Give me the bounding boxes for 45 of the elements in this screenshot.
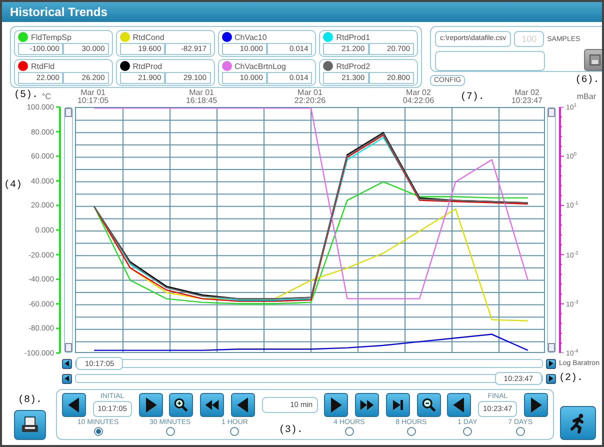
forward-button[interactable] (546, 374, 556, 384)
time-axis-label: Mar 02 04:22:06 (402, 89, 436, 105)
vertical-scrollbar[interactable] (64, 107, 73, 353)
window-title: Historical Trends (2, 2, 602, 22)
forward-button[interactable] (546, 358, 556, 368)
printer-icon (20, 415, 40, 435)
ffwd-button[interactable] (355, 393, 380, 417)
back-button[interactable] (62, 374, 72, 384)
callout-label: (4) (4, 180, 22, 191)
unit-label: mBar (576, 92, 596, 101)
time-axis-label: Mar 01 10:17:05 (76, 89, 110, 105)
series-name: ChVacBrtnLog (234, 62, 286, 70)
unit-label: °C (42, 92, 51, 101)
zoomin-button[interactable] (169, 393, 194, 417)
back-button[interactable] (230, 393, 255, 417)
back-button[interactable] (62, 358, 72, 368)
back-button[interactable] (62, 393, 86, 417)
callout-label: (6). (575, 75, 600, 86)
time-axis-label: Mar 01 22:20:26 (293, 89, 327, 105)
time-axis-label: Mar 02 10:23:47 (510, 89, 544, 105)
rewind-button[interactable] (200, 393, 224, 417)
series-name: RtdProd2 (336, 62, 370, 70)
series-name: RtdProd1 (336, 32, 370, 42)
series-name: ChVac10 (234, 32, 267, 42)
end-button[interactable] (386, 393, 410, 417)
forward-button[interactable] (324, 393, 348, 417)
input-field[interactable] (435, 51, 545, 71)
callout-label: (7). (460, 92, 484, 103)
save-button[interactable] (584, 49, 602, 71)
series-name: RtdCond (132, 32, 164, 42)
series-name: FldTempSp (31, 32, 72, 42)
zoomout-button[interactable] (416, 393, 441, 417)
print-button[interactable] (14, 410, 46, 440)
callout-label: (8). (18, 395, 42, 406)
run-button[interactable] (560, 406, 596, 440)
callout-label: (5). (14, 90, 38, 101)
back-button[interactable] (447, 393, 472, 417)
callout-label: (3). (278, 425, 303, 436)
forward-button[interactable] (524, 393, 548, 417)
callout-label: (2). (559, 373, 584, 384)
time-axis-label: Mar 01 16:18:45 (184, 89, 218, 105)
forward-button[interactable] (138, 393, 163, 417)
series-name: RtdProd (132, 62, 162, 70)
series-name: RtdFld (31, 62, 55, 70)
vertical-scrollbar[interactable] (547, 107, 556, 353)
